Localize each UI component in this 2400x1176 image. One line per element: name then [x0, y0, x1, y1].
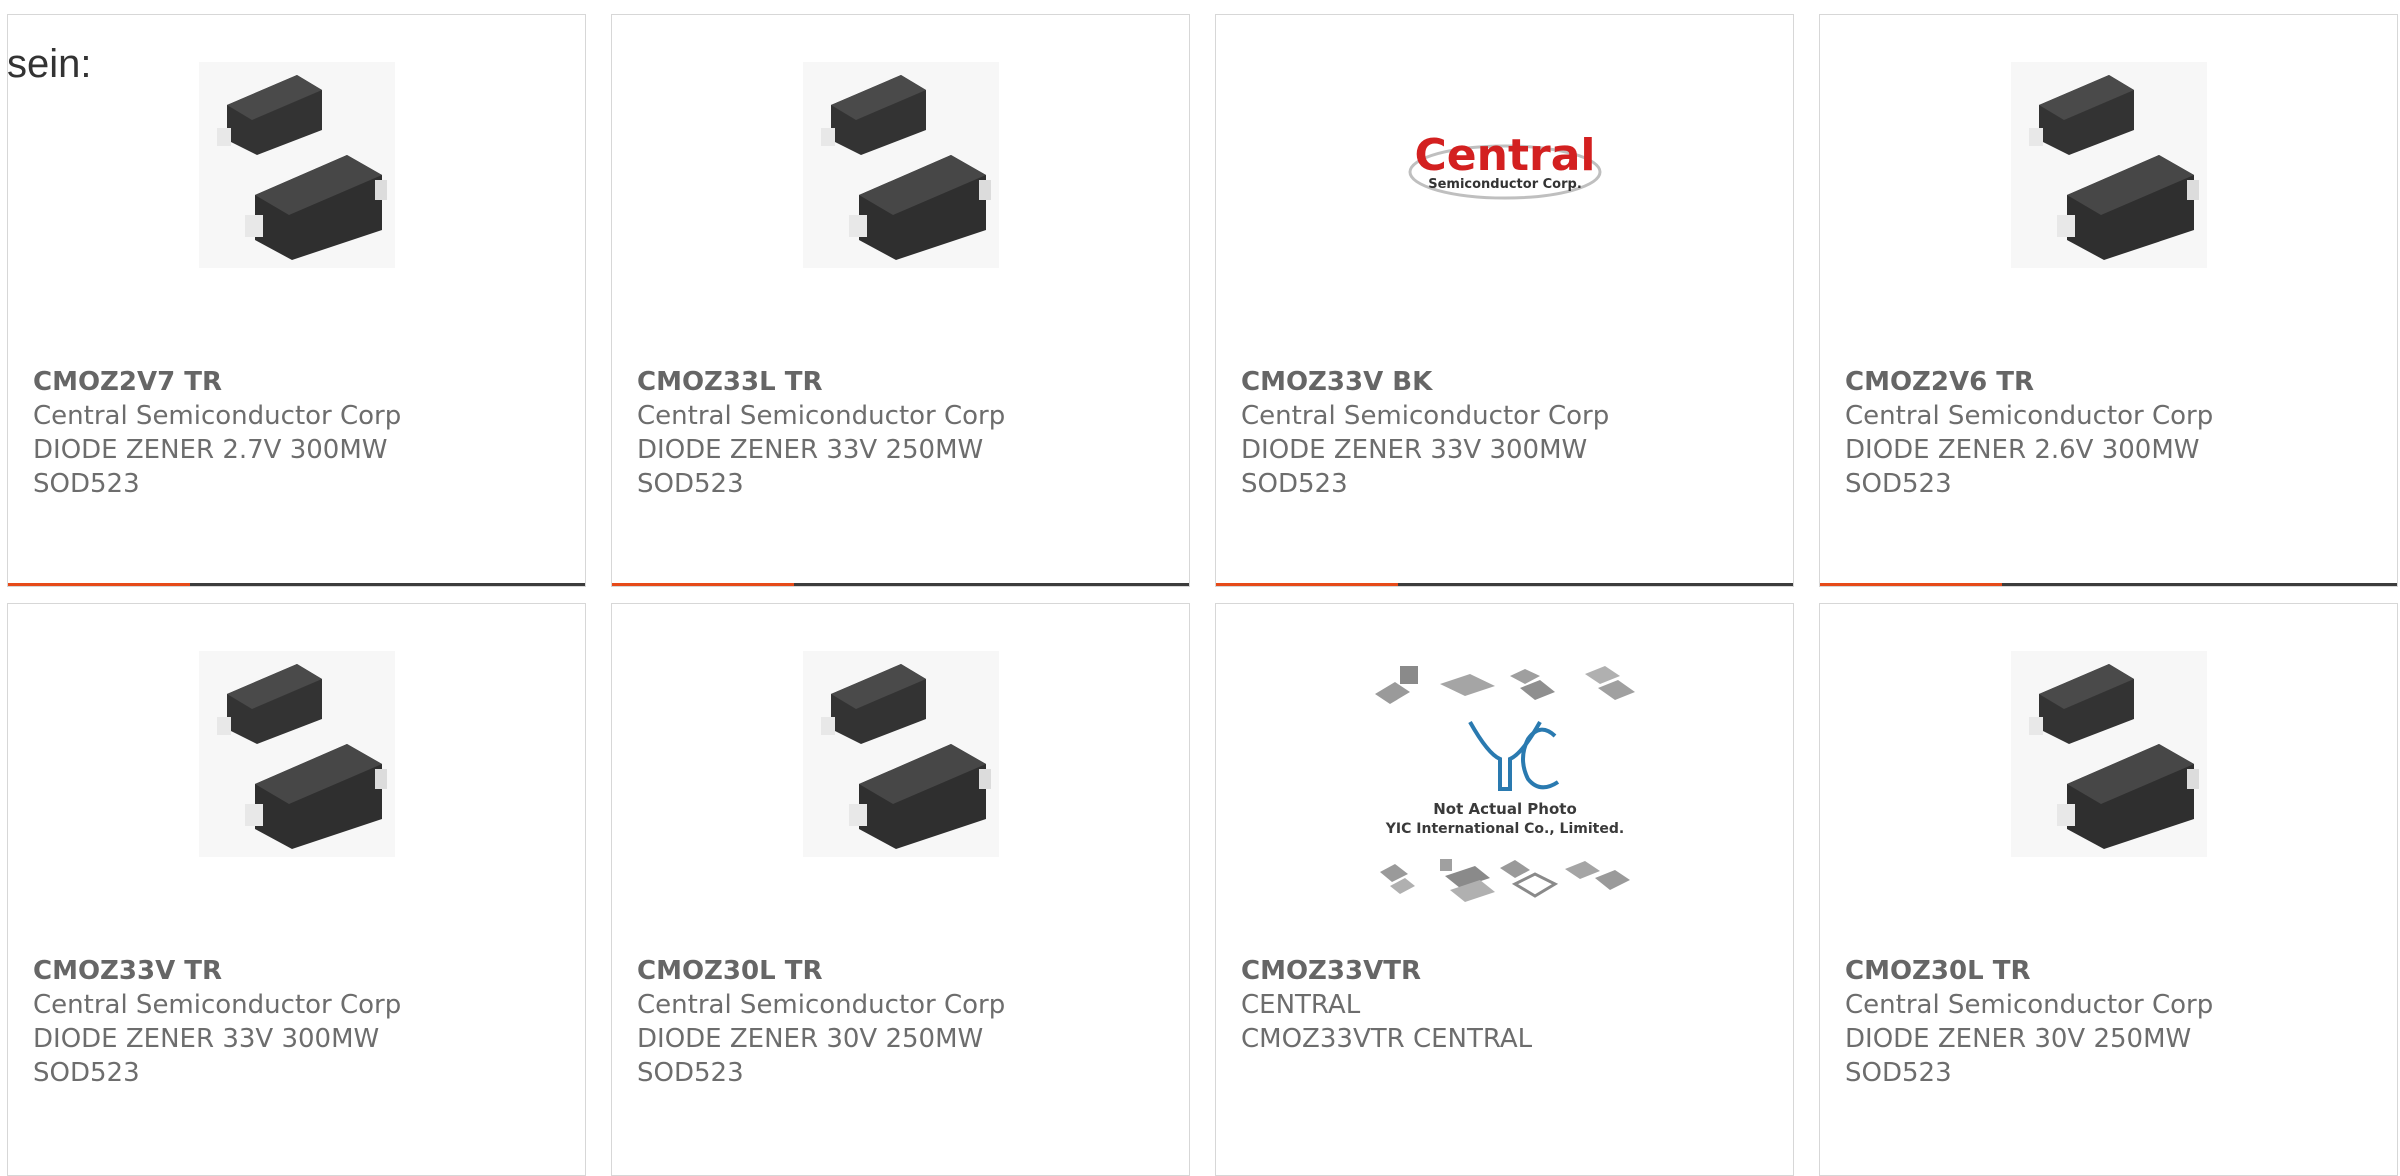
card-bar [8, 583, 585, 586]
package: SOD523 [33, 1058, 140, 1088]
manufacturer: Central Semiconductor Corp [1845, 401, 2214, 431]
package: SOD523 [1845, 1058, 1952, 1088]
sod523-diode-image [802, 651, 999, 857]
part-number[interactable]: CMOZ33V BK [1241, 365, 1609, 399]
product-card[interactable]: CMOZ33V TR Central Semiconductor Corp DI… [7, 603, 586, 1176]
manufacturer: Central Semiconductor Corp [1241, 401, 1610, 431]
manufacturer: Central Semiconductor Corp [1845, 990, 2214, 1020]
manufacturer: Central Semiconductor Corp [33, 401, 402, 431]
svg-text:Central: Central [1414, 130, 1595, 181]
card-bar [1820, 583, 2397, 586]
product-card[interactable]: CMOZ33L TR Central Semiconductor Corp DI… [611, 14, 1190, 587]
package: SOD523 [637, 1058, 744, 1088]
description: CMOZ33VTR CENTRAL [1241, 1024, 1533, 1054]
product-image[interactable] [8, 60, 585, 270]
svg-text:Not Actual Photo: Not Actual Photo [1433, 800, 1577, 818]
product-card[interactable]: CMOZ30L TR Central Semiconductor Corp DI… [611, 603, 1190, 1176]
part-number[interactable]: CMOZ33VTR [1241, 954, 1532, 988]
product-card[interactable]: CMOZ30L TR Central Semiconductor Corp DI… [1819, 603, 2398, 1176]
card-bar [612, 583, 1189, 586]
description: DIODE ZENER 33V 300MW [33, 1024, 380, 1054]
manufacturer: Central Semiconductor Corp [637, 990, 1006, 1020]
sod523-diode-image [2010, 651, 2207, 857]
manufacturer: Central Semiconductor Corp [33, 990, 402, 1020]
description: DIODE ZENER 30V 250MW [1845, 1024, 2192, 1054]
description: DIODE ZENER 33V 250MW [637, 435, 984, 465]
card-bar [1216, 583, 1793, 586]
sod523-diode-image [198, 62, 395, 268]
product-image[interactable]: Central Semiconductor Corp. [1216, 60, 1793, 270]
part-number[interactable]: CMOZ30L TR [1845, 954, 2213, 988]
package: SOD523 [33, 469, 140, 499]
product-card[interactable]: Not Actual Photo YIC International Co., … [1215, 603, 1794, 1176]
part-number[interactable]: CMOZ33L TR [637, 365, 1005, 399]
product-image[interactable] [1820, 60, 2397, 270]
product-image[interactable] [612, 649, 1189, 859]
product-image[interactable]: Not Actual Photo YIC International Co., … [1216, 664, 1793, 904]
sod523-diode-image [802, 62, 999, 268]
description: DIODE ZENER 2.6V 300MW [1845, 435, 2200, 465]
product-card[interactable]: CMOZ2V7 TR Central Semiconductor Corp DI… [7, 14, 586, 587]
product-card[interactable]: Central Semiconductor Corp. CMOZ33V BK C… [1215, 14, 1794, 587]
description: DIODE ZENER 30V 250MW [637, 1024, 984, 1054]
package: SOD523 [1845, 469, 1952, 499]
product-image[interactable] [8, 649, 585, 859]
part-number[interactable]: CMOZ30L TR [637, 954, 1005, 988]
yic-placeholder-image: Not Actual Photo YIC International Co., … [1374, 666, 1635, 902]
description: DIODE ZENER 2.7V 300MW [33, 435, 388, 465]
package: SOD523 [637, 469, 744, 499]
part-number[interactable]: CMOZ2V7 TR [33, 365, 401, 399]
part-number[interactable]: CMOZ33V TR [33, 954, 401, 988]
intro-text: sein: [7, 42, 92, 86]
manufacturer: CENTRAL [1241, 990, 1361, 1020]
product-card[interactable]: CMOZ2V6 TR Central Semiconductor Corp DI… [1819, 14, 2398, 587]
sod523-diode-image [198, 651, 395, 857]
central-logo: Central Semiconductor Corp. [1408, 130, 1601, 200]
product-image[interactable] [612, 60, 1189, 270]
manufacturer: Central Semiconductor Corp [637, 401, 1006, 431]
description: DIODE ZENER 33V 300MW [1241, 435, 1588, 465]
svg-text:Semiconductor Corp.: Semiconductor Corp. [1428, 177, 1582, 192]
product-image[interactable] [1820, 649, 2397, 859]
part-number[interactable]: CMOZ2V6 TR [1845, 365, 2213, 399]
package: SOD523 [1241, 469, 1348, 499]
sod523-diode-image [2010, 62, 2207, 268]
svg-text:YIC International Co., Limited: YIC International Co., Limited. [1384, 821, 1623, 837]
